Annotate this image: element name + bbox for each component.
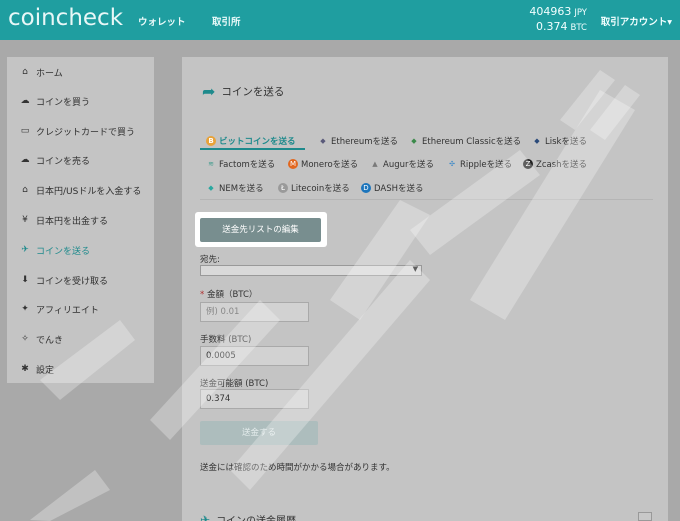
sidebar-item-label: コインを受け取る [36, 276, 109, 287]
tab-ethereum-classic[interactable]: ◆ Ethereum Classicを送る [409, 135, 521, 147]
sidebar-item-label: 設定 [36, 365, 55, 376]
balance-btc: 0.374 BTC [536, 20, 587, 33]
tab-zcash[interactable]: Z Zcashを送る [523, 158, 587, 170]
tab-lisk[interactable]: ◆ Liskを送る [532, 135, 587, 147]
nem-icon: ◆ [208, 184, 214, 192]
sidebar-item-home[interactable]: ⌂ ホーム [7, 59, 154, 85]
sidebar-item-label: クレジットカードで買う [36, 127, 136, 138]
home-icon: ⌂ [22, 67, 28, 77]
destination-label: 宛先: [200, 255, 220, 265]
augur-icon: ▲ [372, 160, 378, 168]
bitcoin-icon: B [206, 136, 216, 146]
tab-bitcoin[interactable]: B ビットコインを送る [206, 135, 296, 147]
chevron-down-icon: ▼ [412, 265, 418, 273]
sidebar-item-send-coin[interactable]: ✈ コインを送る [7, 237, 154, 263]
gift-icon: ✦ [21, 304, 29, 314]
sidebar-item-label: でんき [36, 335, 64, 346]
active-tab-indicator [200, 148, 305, 150]
tab-monero[interactable]: M Moneroを送る [288, 158, 358, 170]
ethereum-classic-icon: ◆ [411, 137, 417, 145]
history-title: ✈ コインの送金履歴 [200, 512, 296, 521]
gear-icon: ✱ [21, 364, 29, 374]
account-menu[interactable]: 取引アカウント▾ [601, 14, 672, 28]
tab-augur[interactable]: ▲ Augurを送る [370, 158, 434, 170]
sidebar: ⌂ ホーム ☁ コインを買う ▭ クレジットカードで買う ☁ コインを売る ⌂ … [7, 57, 154, 383]
sidebar-item-credit-card[interactable]: ▭ クレジットカードで買う [7, 118, 154, 144]
divider [200, 199, 653, 200]
top-header: coincheck ウォレット 取引所 404963 JPY 0.374 BTC 取… [0, 0, 680, 40]
amount-label: * 金額（BTC） [200, 290, 258, 300]
nav-exchange[interactable]: 取引所 [212, 14, 241, 28]
amount-input[interactable]: 例) 0.01 [200, 302, 309, 322]
credit-card-icon: ▭ [20, 126, 30, 136]
zcash-icon: Z [523, 159, 533, 169]
sidebar-item-deposit[interactable]: ⌂ 日本円/USドルを入金する [7, 177, 154, 203]
available-label: 送金可能額 (BTC) [200, 379, 269, 389]
coincheck-logo[interactable]: coincheck [8, 5, 123, 31]
fee-field: 0.0005 [200, 346, 309, 366]
tab-ripple[interactable]: ✣ Rippleを送る [447, 158, 512, 170]
sidebar-item-receive-coin[interactable]: ⬇ コインを受け取る [7, 267, 154, 293]
dash-icon: D [361, 183, 371, 193]
lightbulb-icon: ✧ [21, 334, 29, 344]
available-field: 0.374 [200, 389, 309, 409]
ethereum-icon: ◆ [320, 137, 326, 145]
sidebar-item-label: コインを売る [36, 156, 91, 167]
sidebar-item-affiliate[interactable]: ✦ アフィリエイト [7, 296, 154, 322]
destination-select[interactable]: ▼ [200, 265, 422, 276]
sidebar-item-denki[interactable]: ✧ でんき [7, 326, 154, 352]
tab-litecoin[interactable]: Ł Litecoinを送る [278, 182, 350, 194]
page-title: ➦ コインを送る [202, 82, 285, 101]
sidebar-item-label: アフィリエイト [36, 305, 99, 316]
cloud-download-icon: ☁ [20, 96, 30, 106]
lisk-icon: ◆ [534, 137, 540, 145]
sidebar-item-label: コインを送る [36, 246, 91, 257]
send-icon: ✈ [200, 512, 211, 521]
sidebar-item-label: 日本円/USドルを入金する [36, 186, 142, 197]
send-button[interactable]: 送金する [200, 421, 318, 445]
factom-icon: ≋ [208, 160, 214, 168]
sidebar-item-label: ホーム [36, 68, 63, 79]
balance-jpy: 404963 JPY [529, 5, 587, 18]
cloud-upload-icon: ☁ [20, 155, 30, 165]
sidebar-item-buy-coin[interactable]: ☁ コインを買う [7, 88, 154, 114]
edit-recipient-list-button[interactable]: 送金先リストの編集 [200, 218, 321, 242]
sidebar-item-settings[interactable]: ✱ 設定 [7, 356, 154, 382]
monero-icon: M [288, 159, 298, 169]
fee-label: 手数料 (BTC) [200, 335, 252, 345]
tab-factom[interactable]: ≋ Factomを送る [206, 158, 275, 170]
tab-ethereum[interactable]: ◆ Ethereumを送る [318, 135, 398, 147]
history-toggle[interactable] [638, 512, 652, 521]
bank-icon: ⌂ [22, 185, 28, 195]
tab-nem[interactable]: ◆ NEMを送る [206, 182, 263, 194]
download-icon: ⬇ [21, 275, 29, 285]
send-note: 送金には確認のため時間がかかる場合があります。 [200, 463, 395, 473]
nav-wallet[interactable]: ウォレット [138, 14, 186, 28]
ripple-icon: ✣ [449, 160, 455, 168]
send-icon: ✈ [21, 245, 29, 255]
litecoin-icon: Ł [278, 183, 288, 193]
sidebar-item-sell-coin[interactable]: ☁ コインを売る [7, 147, 154, 173]
tab-dash[interactable]: D DASHを送る [361, 182, 424, 194]
sidebar-item-label: 日本円を出金する [36, 216, 109, 227]
yen-icon: ¥ [22, 215, 28, 225]
share-arrow-icon: ➦ [202, 82, 216, 101]
sidebar-item-withdraw[interactable]: ¥ 日本円を出金する [7, 207, 154, 233]
sidebar-item-label: コインを買う [36, 97, 91, 108]
